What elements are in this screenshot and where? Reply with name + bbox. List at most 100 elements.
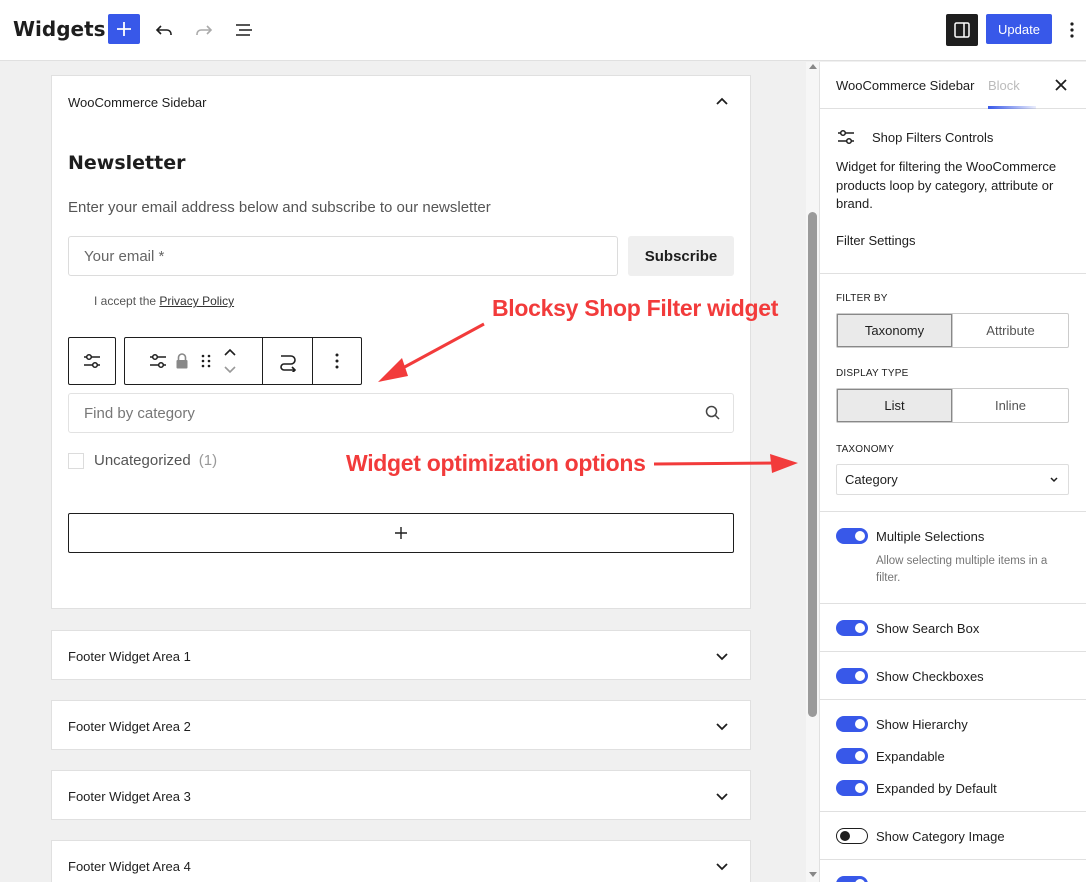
undo-button[interactable] <box>148 14 180 46</box>
expandable-toggle[interactable] <box>836 748 868 764</box>
plus-icon <box>395 527 407 539</box>
expandable-toggle-row[interactable]: Expandable <box>836 748 945 764</box>
widget-area-footer-3[interactable]: Footer Widget Area 3 <box>51 770 751 820</box>
search-placeholder: Find by category <box>84 404 195 422</box>
hierarchy-toggle[interactable] <box>836 716 868 732</box>
filter-controls-icon <box>84 353 100 369</box>
block-toolbar-group <box>125 338 263 384</box>
tab-widget-area[interactable]: WooCommerce Sidebar <box>836 78 974 93</box>
category-search-input[interactable]: Find by category <box>68 393 734 433</box>
divider <box>820 273 1086 274</box>
settings-sidebar-toggle[interactable] <box>946 14 978 46</box>
search-box-toggle[interactable] <box>836 620 868 636</box>
divider <box>820 859 1086 860</box>
toggle-label: Expandable <box>876 748 945 764</box>
privacy-policy-link[interactable]: Privacy Policy <box>159 294 234 308</box>
display-type-list[interactable]: List <box>837 389 953 422</box>
widget-area-title: Footer Widget Area 4 <box>68 859 191 874</box>
scroll-thumb[interactable] <box>808 212 817 717</box>
chevron-down-icon[interactable] <box>714 648 730 664</box>
block-appender-button[interactable] <box>68 513 734 553</box>
toggle-label: Show Search Box <box>876 620 980 636</box>
divider <box>820 511 1086 512</box>
multiple-selections-toggle[interactable] <box>836 528 868 544</box>
more-vertical-icon <box>335 353 339 369</box>
checkboxes-toggle[interactable] <box>836 668 868 684</box>
lock-icon <box>176 353 187 369</box>
tab-block[interactable]: Block <box>988 78 1020 93</box>
widget-area-title: Footer Widget Area 3 <box>68 789 191 804</box>
close-sidebar-button[interactable] <box>1052 76 1070 94</box>
widget-area-footer-2[interactable]: Footer Widget Area 2 <box>51 700 751 750</box>
list-view-icon <box>236 24 252 36</box>
partial-toggle[interactable] <box>836 876 868 882</box>
category-image-toggle-row[interactable]: Show Category Image <box>836 828 1005 844</box>
widget-area-footer-4[interactable]: Footer Widget Area 4 <box>51 840 751 882</box>
block-type-button[interactable] <box>146 349 170 373</box>
widget-area-footer-1[interactable]: Footer Widget Area 1 <box>51 630 751 680</box>
block-card-title: Shop Filters Controls <box>872 130 994 145</box>
newsletter-description: Enter your email address below and subsc… <box>68 199 491 216</box>
options-menu-button[interactable] <box>1060 14 1084 46</box>
move-buttons[interactable] <box>218 348 242 374</box>
hierarchy-toggle-row[interactable]: Show Hierarchy <box>836 716 968 732</box>
privacy-prefix: I accept the <box>94 294 157 308</box>
filter-by-attribute[interactable]: Attribute <box>953 314 1068 347</box>
block-options-button[interactable] <box>313 338 361 384</box>
category-checkbox[interactable] <box>68 452 84 469</box>
add-block-button[interactable] <box>108 14 140 44</box>
taxonomy-select[interactable]: Category <box>836 464 1069 495</box>
list-view-button[interactable] <box>228 14 260 46</box>
category-item[interactable]: Uncategorized (1) <box>68 452 217 469</box>
transform-button[interactable] <box>263 338 313 384</box>
settings-sidebar: WooCommerce Sidebar Block Shop Filters C… <box>819 62 1086 882</box>
display-type-control: List Inline <box>836 388 1069 423</box>
annotation-options-label: Widget optimization options <box>346 450 646 476</box>
display-type-label: DISPLAY TYPE <box>836 368 909 379</box>
category-count: (1) <box>198 452 218 469</box>
lock-button[interactable] <box>170 349 194 373</box>
top-bar: Widgets Update <box>0 0 1086 61</box>
redo-icon <box>196 25 213 35</box>
canvas-scrollbar[interactable] <box>806 62 819 882</box>
divider <box>820 699 1086 700</box>
next-toggle-row-partial[interactable] <box>836 876 876 882</box>
sidebar-tabs: WooCommerce Sidebar Block <box>820 62 1086 109</box>
annotation-arrow-left <box>378 322 485 382</box>
annotation-widget-label: Blocksy Shop Filter widget <box>492 295 779 321</box>
newsletter-title: Newsletter <box>68 152 186 174</box>
chevron-down-icon <box>1050 477 1058 483</box>
expanded-default-toggle[interactable] <box>836 780 868 796</box>
multiple-selections-toggle-row[interactable]: Multiple Selections <box>836 528 984 544</box>
toggle-label: Expanded by Default <box>876 780 997 796</box>
chevron-up-icon[interactable] <box>714 93 730 109</box>
display-type-inline[interactable]: Inline <box>953 389 1068 422</box>
category-image-toggle[interactable] <box>836 828 868 844</box>
widget-area-title[interactable]: WooCommerce Sidebar <box>68 95 206 110</box>
expanded-default-toggle-row[interactable]: Expanded by Default <box>836 780 997 796</box>
chevron-down-icon[interactable] <box>714 788 730 804</box>
filter-settings-heading[interactable]: Filter Settings <box>836 233 915 248</box>
active-tab-indicator <box>988 106 1036 109</box>
page-title: Widgets <box>13 17 106 41</box>
filter-by-taxonomy[interactable]: Taxonomy <box>837 314 953 347</box>
email-field[interactable]: Your email * <box>68 236 618 276</box>
checkboxes-toggle-row[interactable]: Show Checkboxes <box>836 668 984 684</box>
scroll-up-arrow[interactable] <box>809 64 817 69</box>
scroll-down-arrow[interactable] <box>809 872 817 877</box>
subscribe-button[interactable]: Subscribe <box>628 236 734 276</box>
drag-handle[interactable] <box>194 349 218 373</box>
widget-area-title: Footer Widget Area 2 <box>68 719 191 734</box>
more-vertical-icon <box>1070 22 1074 38</box>
select-parent-button[interactable] <box>68 337 116 385</box>
update-button[interactable]: Update <box>986 14 1052 44</box>
search-box-toggle-row[interactable]: Show Search Box <box>836 620 979 636</box>
sidebar-icon <box>954 22 970 38</box>
privacy-consent: I accept the Privacy Policy <box>94 294 234 308</box>
redo-button[interactable] <box>188 14 220 46</box>
move-up-down-icon <box>223 348 236 374</box>
chevron-down-icon[interactable] <box>714 718 730 734</box>
close-icon <box>1055 79 1067 91</box>
filter-by-label: FILTER BY <box>836 293 888 304</box>
chevron-down-icon[interactable] <box>714 858 730 874</box>
